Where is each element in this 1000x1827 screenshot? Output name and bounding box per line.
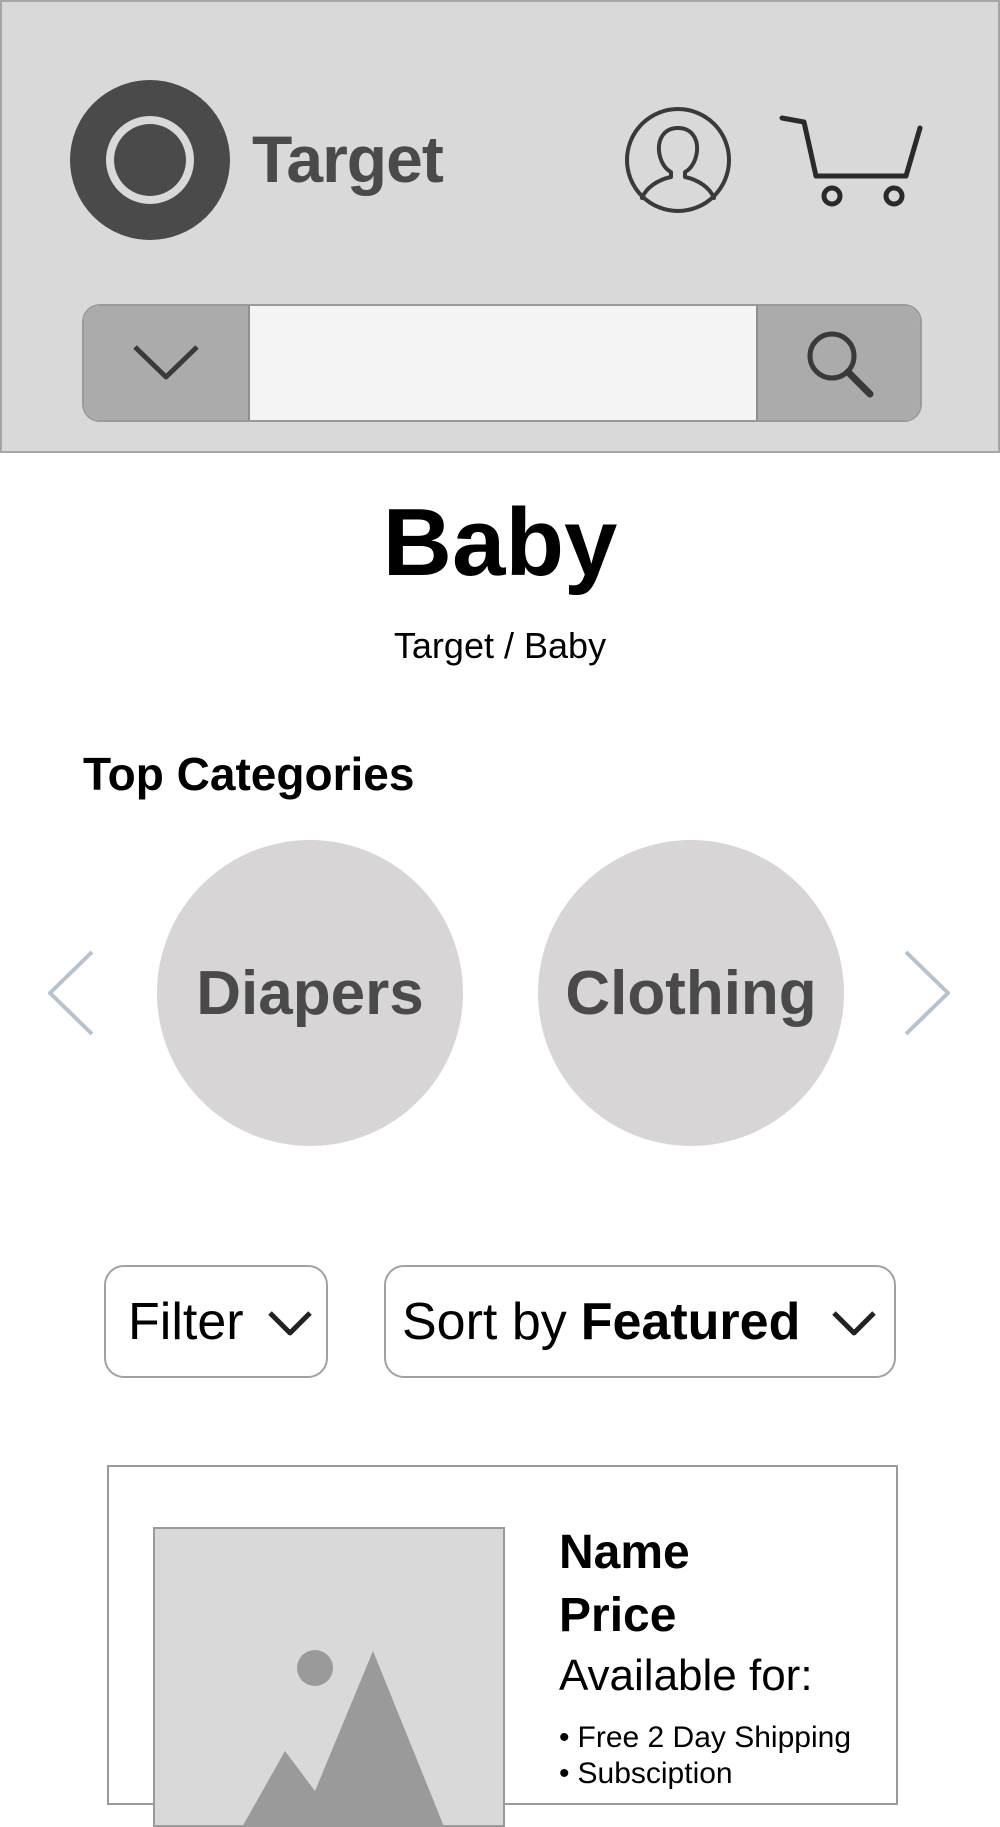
product-card[interactable]: Name Price Available for: • Free 2 Day Sh… xyxy=(107,1465,898,1827)
chevron-down-icon xyxy=(832,1311,876,1336)
site-header: Target xyxy=(0,0,1000,453)
breadcrumb-item-target[interactable]: Target xyxy=(394,625,494,666)
benefit-text: Free 2 Day Shipping xyxy=(577,1721,852,1754)
category-diapers[interactable]: Diapers xyxy=(157,840,463,1146)
product-name[interactable]: Name xyxy=(559,1523,690,1583)
breadcrumb-separator: / xyxy=(503,625,514,666)
search-bar xyxy=(82,304,922,422)
search-category-dropdown[interactable] xyxy=(84,306,250,420)
search-icon xyxy=(807,331,874,398)
bullet-icon: • xyxy=(559,1721,570,1754)
category-label: Diapers xyxy=(196,958,424,1028)
chevron-left-icon[interactable] xyxy=(46,950,96,1036)
product-image[interactable] xyxy=(153,1527,505,1827)
availability-label: Available for: xyxy=(559,1651,813,1700)
sort-dropdown[interactable]: Sort by Featured xyxy=(384,1265,896,1378)
brand-name[interactable]: Target xyxy=(252,120,444,198)
category-clothing[interactable]: Clothing xyxy=(538,840,844,1146)
benefit-item-subscription: • Subsciption xyxy=(559,1756,733,1792)
image-placeholder-icon xyxy=(243,1650,444,1825)
bullet-icon: • xyxy=(559,1757,570,1790)
page-title: Baby xyxy=(382,489,618,596)
cart-icon[interactable] xyxy=(778,114,924,210)
sort-prefix: Sort by xyxy=(402,1292,567,1351)
account-icon[interactable] xyxy=(624,106,732,214)
filter-button[interactable]: Filter xyxy=(104,1265,328,1378)
bullseye-logo-icon[interactable] xyxy=(70,80,230,240)
top-categories-heading: Top Categories xyxy=(83,748,415,800)
breadcrumb: Target / Baby xyxy=(0,624,1000,668)
search-button[interactable] xyxy=(756,306,920,420)
chevron-down-icon xyxy=(133,345,199,380)
search-input[interactable] xyxy=(250,306,756,420)
sort-value: Featured xyxy=(580,1292,801,1351)
benefit-text: Subsciption xyxy=(577,1757,733,1790)
product-price: Price xyxy=(559,1589,677,1642)
category-label: Clothing xyxy=(565,958,817,1028)
chevron-down-icon xyxy=(268,1311,312,1336)
filter-label: Filter xyxy=(128,1292,244,1351)
chevron-right-icon[interactable] xyxy=(902,950,952,1036)
breadcrumb-item-baby[interactable]: Baby xyxy=(524,625,606,666)
benefit-item-shipping: • Free 2 Day Shipping xyxy=(559,1720,851,1756)
